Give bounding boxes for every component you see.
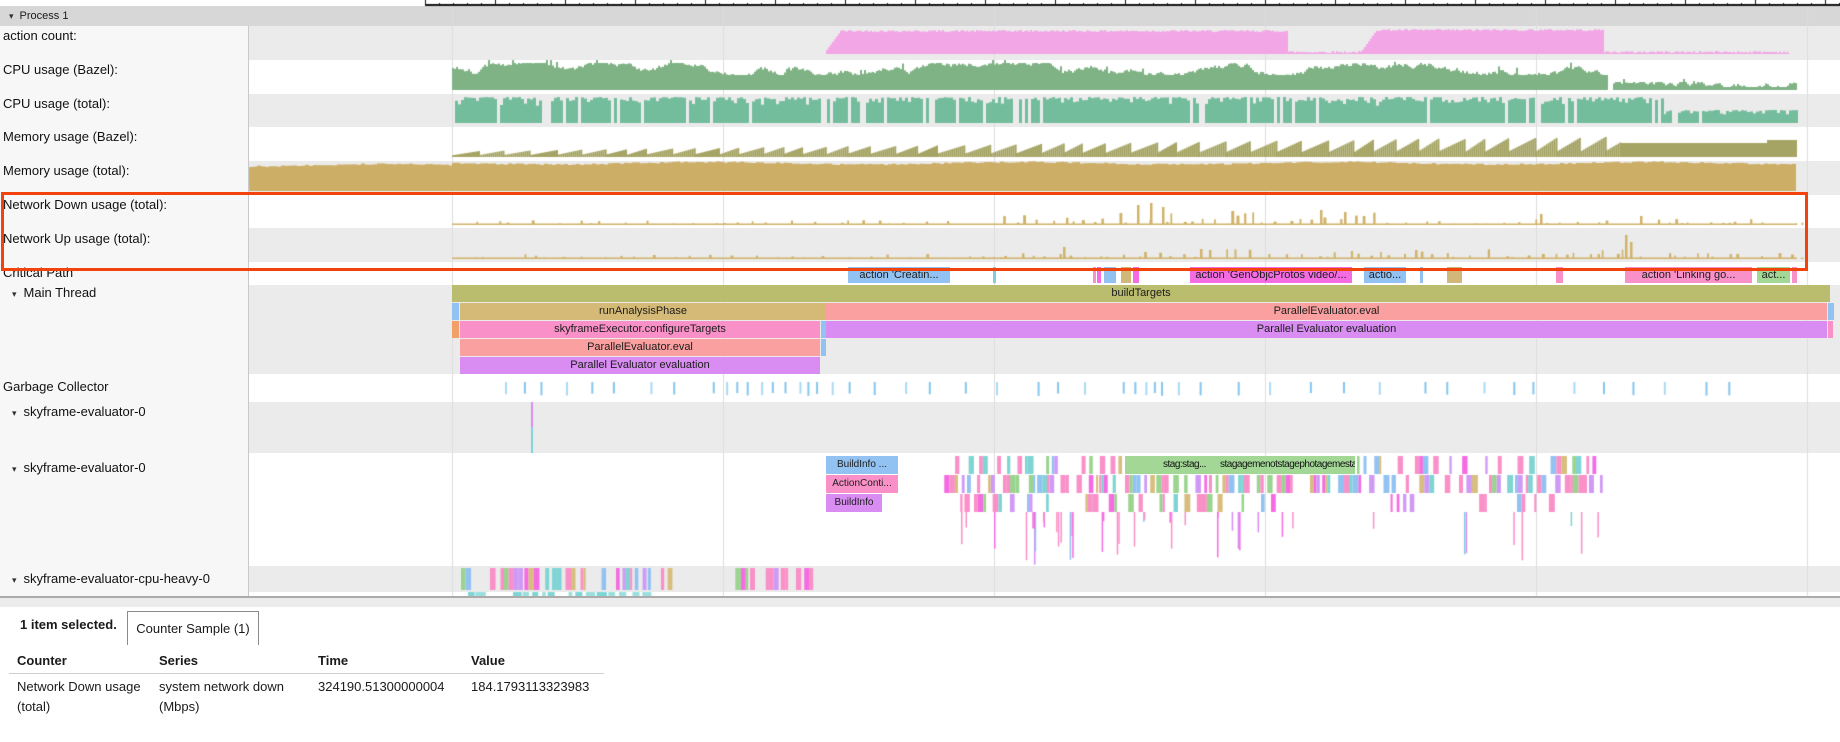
trace-event-label: stag:stag...	[1163, 456, 1206, 474]
track-label-text: skyframe-evaluator-0	[24, 460, 146, 475]
track-label-text: skyframe-evaluator-cpu-heavy-0	[24, 571, 210, 586]
track-label-text: skyframe-evaluator-0	[24, 404, 146, 419]
trace-event-sliver[interactable]	[821, 339, 826, 356]
trace-event-sliver[interactable]	[452, 321, 459, 338]
table-header-series[interactable]: Series	[159, 653, 198, 668]
trace-event-block[interactable]: skyframeExecutor.configureTargets	[460, 321, 820, 338]
sidebar-track-label[interactable]: ▾ skyframe-evaluator-0	[0, 403, 256, 421]
trace-event-block[interactable]: ActionConti...	[826, 475, 898, 493]
table-header-value[interactable]: Value	[471, 653, 505, 668]
trace-event-block[interactable]: BuildInfo ...	[826, 456, 898, 474]
collapse-arrow-icon[interactable]: ▾	[12, 464, 17, 474]
trace-event-block[interactable]: action 'Linking go...	[1625, 267, 1752, 283]
selection-details-panel: 1 item selected. Counter Sample (1) Coun…	[0, 607, 1840, 742]
sidebar-track-label[interactable]: ▾ skyframe-evaluator-0	[0, 459, 256, 477]
trace-event-block[interactable]: ParallelEvaluator.eval	[460, 339, 820, 356]
trace-event-sliver[interactable]	[452, 303, 459, 320]
trace-viewer: ▾Process 1 action 'Creatin...action 'Gen…	[0, 0, 1840, 742]
trace-event-block[interactable]: act...	[1757, 267, 1790, 283]
trace-event-block[interactable]: runAnalysisPhase	[460, 303, 826, 320]
track-label-text: CPU usage (total):	[3, 96, 110, 111]
table-header-counter[interactable]: Counter	[17, 653, 67, 668]
trace-event-block[interactable]: action 'Creatin...	[848, 267, 950, 283]
track-label-text: Network Down usage (total):	[3, 197, 167, 212]
sidebar-track-label[interactable]: action count:	[0, 27, 247, 45]
collapse-arrow-icon[interactable]: ▾	[12, 289, 17, 299]
sidebar-track-label[interactable]: Critical Path	[0, 264, 247, 282]
trace-event-block[interactable]: BuildInfo	[826, 494, 882, 512]
trace-event-sliver[interactable]	[1447, 267, 1462, 283]
trace-event-sliver[interactable]	[993, 267, 996, 283]
table-cell[interactable]: Network Down usage	[17, 679, 141, 694]
track-label-text: Critical Path	[3, 265, 73, 280]
table-cell[interactable]: 184.1793113323983	[471, 679, 589, 694]
trace-event-block[interactable]: ParallelEvaluator.eval	[826, 303, 1827, 320]
trace-event-block[interactable]: buildTargets	[452, 285, 1830, 302]
trace-event-sliver[interactable]	[1121, 267, 1131, 283]
collapse-arrow-icon[interactable]: ▾	[12, 408, 17, 418]
sidebar-track-label[interactable]: CPU usage (Bazel):	[0, 61, 247, 79]
trace-event-sliver[interactable]	[1828, 303, 1834, 320]
table-cell[interactable]: system network down	[159, 679, 284, 694]
sidebar-track-label[interactable]: Network Up usage (total):	[0, 230, 247, 248]
track-label-text: Memory usage (Bazel):	[3, 129, 137, 144]
trace-event-sliver[interactable]	[1133, 267, 1139, 283]
collapse-arrow-icon[interactable]: ▾	[12, 575, 17, 585]
sidebar-track-label[interactable]: ▾ skyframe-evaluator-cpu-heavy-0	[0, 570, 256, 588]
trace-event-label: stagagemenotstagephotagemestagb.remot...	[1220, 456, 1355, 474]
table-header-time[interactable]: Time	[318, 653, 348, 668]
trace-event-block[interactable]: Parallel Evaluator evaluation	[460, 357, 820, 374]
trace-event-sliver[interactable]	[1097, 267, 1101, 283]
trace-event-sliver[interactable]	[1792, 267, 1797, 283]
sidebar-track-label[interactable]: ▾ Main Thread	[0, 284, 256, 302]
sidebar-track-label[interactable]: Memory usage (total):	[0, 162, 247, 180]
tab-counter-sample[interactable]: Counter Sample (1)	[127, 611, 259, 645]
table-cell[interactable]: (Mbps)	[159, 699, 199, 714]
track-label-text: action count:	[3, 28, 77, 43]
trace-event-sliver[interactable]	[1104, 267, 1116, 283]
track-label-text: Garbage Collector	[3, 379, 109, 394]
sidebar-track-label[interactable]: Network Down usage (total):	[0, 196, 247, 214]
sidebar-track-label[interactable]: Garbage Collector	[0, 378, 247, 396]
table-cell[interactable]: (total)	[17, 699, 50, 714]
trace-event-sliver[interactable]	[1420, 267, 1423, 283]
selection-status: 1 item selected.	[20, 617, 117, 632]
sidebar-track-label[interactable]: CPU usage (total):	[0, 95, 247, 113]
table-header-divider	[9, 673, 604, 674]
track-label-text: Main Thread	[24, 285, 97, 300]
track-label-text: Network Up usage (total):	[3, 231, 150, 246]
trace-event-block[interactable]: action 'GenObjcProtos video/...	[1190, 267, 1352, 283]
table-cell[interactable]: 324190.51300000004	[318, 679, 445, 694]
trace-event-block[interactable]: Parallel Evaluator evaluation	[826, 321, 1827, 338]
trace-event-sliver[interactable]	[1093, 267, 1096, 283]
track-label-text: Memory usage (total):	[3, 163, 129, 178]
trace-event-block[interactable]: stag:stag... stagagemenotstagephotagemest…	[1125, 456, 1355, 474]
sidebar-track-label[interactable]: Memory usage (Bazel):	[0, 128, 247, 146]
trace-event-sliver[interactable]	[1828, 321, 1833, 338]
track-label-text: CPU usage (Bazel):	[3, 62, 118, 77]
trace-event-block[interactable]: actio...	[1364, 267, 1406, 283]
track-sidebar: action count: CPU usage (Bazel): CPU usage…	[0, 26, 249, 596]
trace-event-sliver[interactable]	[1556, 267, 1563, 283]
